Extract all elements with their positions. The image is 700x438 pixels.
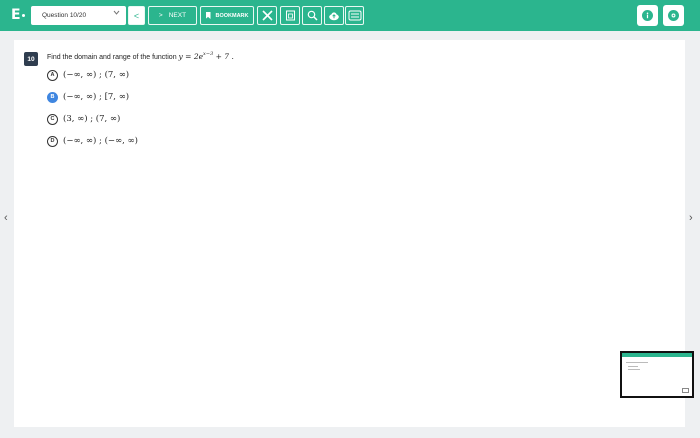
reference-sheet-icon [285, 10, 295, 21]
next-page-arrow[interactable]: › [689, 212, 693, 224]
gear-icon [668, 10, 679, 21]
choice-d-text: (−∞, ∞) ; (−∞, ∞) [63, 136, 138, 146]
info-button[interactable] [637, 5, 658, 26]
zoom-button[interactable] [302, 6, 322, 25]
calculator-icon [348, 10, 361, 21]
eliminate-tool-button[interactable] [257, 6, 277, 25]
settings-button[interactable] [663, 5, 684, 26]
choice-b-badge: B [47, 91, 58, 103]
logo-dot [22, 14, 25, 17]
calculator-button[interactable] [345, 6, 364, 25]
choice-b-text: (−∞, ∞) ; [7, ∞) [63, 92, 130, 102]
magnifier-icon [307, 10, 318, 21]
function-lhs: y = 2e [178, 52, 204, 61]
chevron-down-icon [113, 10, 120, 17]
reference-sheet-button[interactable] [280, 6, 300, 25]
previous-page-arrow[interactable]: ‹ [4, 212, 8, 224]
choice-a-text: (−∞, ∞) ; (7, ∞) [63, 70, 130, 80]
choice-d-badge: D [47, 135, 58, 147]
choice-a[interactable]: A (−∞, ∞) ; (7, ∞) [47, 69, 129, 81]
choice-a-badge: A [47, 69, 58, 81]
choice-b[interactable]: B (−∞, ∞) ; [7, ∞) [47, 91, 129, 103]
choice-d[interactable]: D (−∞, ∞) ; (−∞, ∞) [47, 135, 138, 147]
question-prompt-text: Find the domain and range of the functio… [47, 54, 177, 61]
choice-c-badge: C [47, 113, 58, 125]
thumbnail-line [626, 362, 648, 363]
thumbnail-line [628, 366, 638, 367]
question-select-label: Question 10/20 [42, 12, 87, 19]
upload-button[interactable] [324, 6, 344, 25]
cloud-icon [329, 11, 339, 20]
app-logo: E [11, 7, 21, 23]
close-icon [261, 10, 273, 21]
thumbnail-button [682, 388, 689, 393]
top-toolbar: E Question 10/20 < > NEXT BOOKMARK [0, 0, 700, 31]
previous-button[interactable]: < [128, 6, 145, 25]
bookmark-icon [205, 12, 211, 19]
page-thumbnail[interactable] [620, 351, 694, 398]
function-rhs: + 7 . [213, 52, 234, 61]
chevron-right-icon: > [158, 12, 163, 19]
question-number-badge: 10 [24, 52, 38, 66]
bookmark-button-label: BOOKMARK [215, 12, 249, 19]
thumbnail-toolbar [622, 353, 692, 357]
info-icon [642, 10, 653, 21]
thumbnail-line [628, 369, 640, 370]
chevron-left-icon: < [133, 10, 140, 21]
question-select[interactable]: Question 10/20 [31, 6, 126, 25]
choice-c-text: (3, ∞) ; (7, ∞) [63, 114, 121, 124]
question-function: y = 2ex−3 + 7 . [178, 51, 234, 61]
next-button[interactable]: > NEXT [148, 6, 197, 25]
choice-c[interactable]: C (3, ∞) ; (7, ∞) [47, 113, 120, 125]
function-exponent: x−3 [203, 51, 214, 57]
bookmark-button[interactable]: BOOKMARK [200, 6, 254, 25]
question-prompt: Find the domain and range of the functio… [47, 51, 234, 61]
next-button-label: NEXT [168, 12, 187, 19]
